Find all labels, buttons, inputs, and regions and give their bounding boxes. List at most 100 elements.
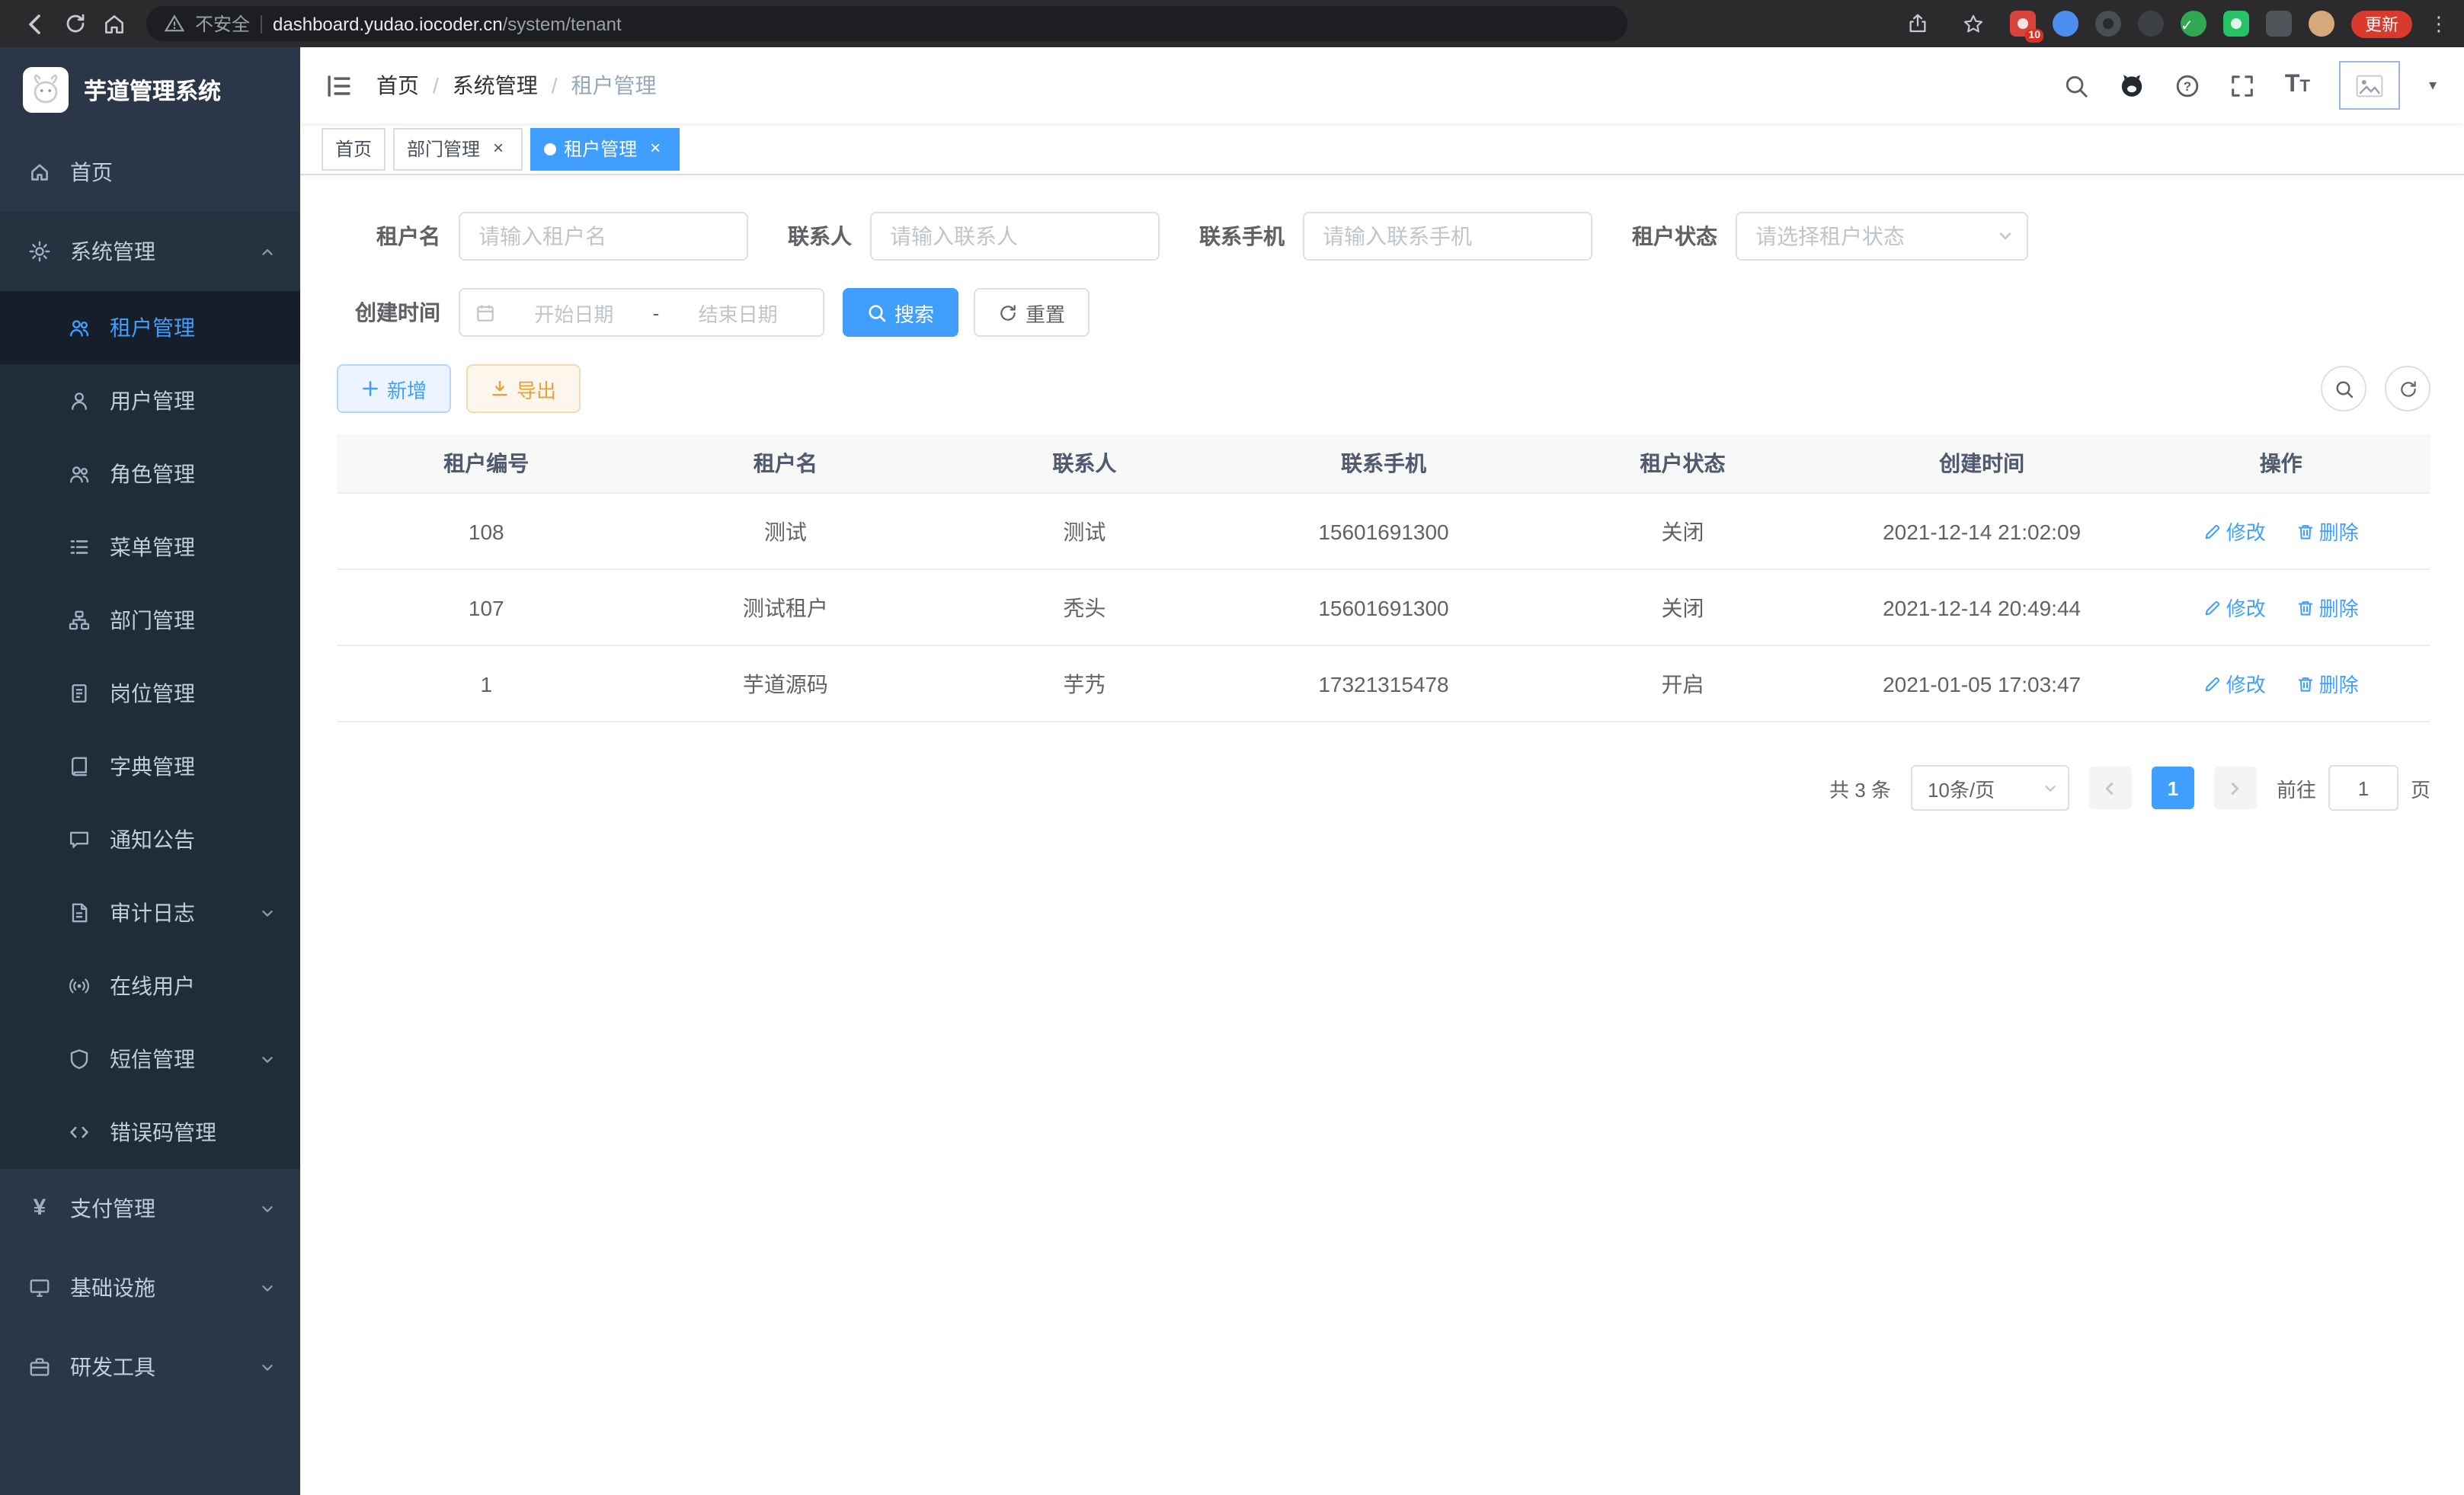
filter-row-2: 创建时间 开始日期 - 结束日期 搜索 重置 — [337, 288, 2430, 337]
hamburger-icon[interactable] — [300, 47, 376, 123]
browser-profile-avatar[interactable] — [2309, 11, 2334, 37]
sidebar-item-payment[interactable]: ¥ 支付管理 — [0, 1169, 300, 1248]
status-select[interactable]: 请选择租户状态 — [1736, 212, 2028, 261]
bookmark-star-icon[interactable] — [1954, 4, 1993, 43]
header-search-icon[interactable] — [2064, 72, 2090, 98]
sidebar-item-system[interactable]: 系统管理 — [0, 212, 300, 291]
delete-link[interactable]: 删除 — [2296, 593, 2359, 622]
sidebar-item-notice[interactable]: 通知公告 — [0, 803, 300, 876]
trash-icon — [2296, 598, 2315, 616]
extension-check-icon[interactable]: ✓ — [2181, 11, 2206, 37]
extension-password-icon[interactable]: 10 — [2010, 11, 2036, 37]
table-header-row: 租户编号 租户名 联系人 联系手机 租户状态 创建时间 操作 — [337, 434, 2430, 493]
col-tenant-name: 租户名 — [636, 434, 936, 493]
page-size-select[interactable]: 10条/页 — [1911, 765, 2069, 811]
date-separator: - — [653, 301, 660, 324]
download-icon — [491, 379, 509, 398]
tenant-people-icon — [67, 317, 91, 338]
browser-toolbar-right: 10 ✓ 更新 ⋮ — [1897, 4, 2449, 43]
fullscreen-icon[interactable] — [2230, 72, 2256, 98]
comment-icon — [67, 829, 91, 850]
user-avatar[interactable] — [2339, 61, 2400, 110]
chevron-down-icon — [259, 1200, 276, 1217]
browser-menu-kebab-icon[interactable]: ⋮ — [2429, 11, 2449, 36]
sidebar-item-sms[interactable]: 短信管理 — [0, 1023, 300, 1096]
edit-link[interactable]: 修改 — [2203, 517, 2266, 546]
refresh-table-button[interactable] — [2385, 366, 2430, 411]
delete-link[interactable]: 删除 — [2296, 517, 2359, 546]
tab-home[interactable]: 首页 — [322, 127, 386, 170]
sidebar-item-role[interactable]: 角色管理 — [0, 437, 300, 511]
document-icon — [67, 902, 91, 924]
extension-blue-icon[interactable] — [2053, 11, 2078, 37]
sidebar-item-tenant[interactable]: 租户管理 — [0, 291, 300, 364]
next-page-button[interactable] — [2214, 767, 2257, 809]
goto-page-input[interactable] — [2328, 765, 2398, 811]
export-button[interactable]: 导出 — [466, 364, 581, 413]
delete-link[interactable]: 删除 — [2296, 669, 2359, 698]
trash-icon — [2296, 522, 2315, 540]
tab-dept[interactable]: 部门管理 × — [393, 127, 523, 170]
sidebar-item-dept[interactable]: 部门管理 — [0, 584, 300, 657]
tenant-name-label: 租户名 — [337, 221, 440, 251]
help-icon[interactable]: ? — [2175, 72, 2201, 98]
date-range-picker[interactable]: 开始日期 - 结束日期 — [459, 288, 824, 337]
edit-pencil-icon — [2203, 674, 2222, 693]
add-button[interactable]: 新增 — [337, 364, 451, 413]
browser-update-button[interactable]: 更新 — [2351, 10, 2412, 37]
search-button[interactable]: 搜索 — [843, 288, 958, 337]
toggle-search-button[interactable] — [2321, 366, 2366, 411]
sidebar-item-user[interactable]: 用户管理 — [0, 364, 300, 437]
breadcrumb: 首页 / 系统管理 / 租户管理 — [376, 70, 657, 101]
prev-page-button[interactable] — [2089, 767, 2132, 809]
address-bar[interactable]: 不安全 dashboard.yudao.iocoder.cn/system/te… — [146, 6, 1627, 41]
edit-link[interactable]: 修改 — [2203, 669, 2266, 698]
not-secure-label: 不安全 — [195, 11, 250, 37]
pagination-goto: 前往 页 — [2277, 765, 2430, 811]
font-size-icon[interactable]: TT — [2285, 73, 2310, 98]
breadcrumb-system[interactable]: 系统管理 — [453, 70, 538, 101]
sidebar-item-home[interactable]: 首页 — [0, 133, 300, 212]
share-icon[interactable] — [1897, 4, 1937, 43]
status-text: 关闭 — [1533, 569, 1832, 645]
phone-input[interactable] — [1303, 212, 1592, 261]
home-icon — [27, 162, 52, 183]
tab-tenant[interactable]: 租户管理 × — [530, 127, 680, 170]
sidebar-item-online-users[interactable]: 在线用户 — [0, 949, 300, 1023]
page-number-1[interactable]: 1 — [2152, 767, 2194, 809]
breadcrumb-separator: / — [552, 73, 558, 98]
extension-ring — [2103, 18, 2114, 29]
breadcrumb-home[interactable]: 首页 — [376, 70, 419, 101]
sidebar-logo[interactable]: 芋道管理系统 — [0, 47, 300, 133]
chevron-down-icon — [259, 1359, 276, 1375]
search-icon — [2334, 379, 2354, 399]
sidebar-item-menu[interactable]: 菜单管理 — [0, 511, 300, 584]
sidebar-item-dev-tools[interactable]: 研发工具 — [0, 1327, 300, 1407]
sidebar-item-audit-log[interactable]: 审计日志 — [0, 876, 300, 949]
extension-chat-icon[interactable] — [2223, 11, 2249, 37]
github-icon[interactable] — [2119, 72, 2146, 99]
browser-refresh-button[interactable] — [55, 4, 94, 43]
sidebar-item-error-code[interactable]: 错误码管理 — [0, 1096, 300, 1169]
extension-camera-icon[interactable] — [2138, 11, 2164, 37]
breadcrumb-separator: / — [433, 73, 439, 98]
browser-home-button[interactable] — [94, 4, 134, 43]
extension-dark-icon[interactable] — [2095, 11, 2121, 37]
edit-link[interactable]: 修改 — [2203, 593, 2266, 622]
end-date-placeholder: 结束日期 — [668, 298, 808, 327]
extension-puzzle-icon[interactable] — [2266, 11, 2292, 37]
sidebar-item-infra[interactable]: 基础设施 — [0, 1248, 300, 1327]
table-toolbar: 新增 导出 — [337, 364, 2430, 413]
avatar-caret-down-icon[interactable]: ▾ — [2429, 77, 2437, 94]
browser-back-button[interactable] — [15, 4, 55, 43]
contact-input[interactable] — [870, 212, 1160, 261]
broadcast-icon — [67, 975, 91, 997]
status-text: 开启 — [1533, 645, 1832, 722]
tenant-name-input[interactable] — [459, 212, 748, 261]
status-label: 租户状态 — [1632, 221, 1717, 251]
sidebar-item-dict[interactable]: 字典管理 — [0, 730, 300, 803]
reset-button[interactable]: 重置 — [974, 288, 1090, 337]
tab-close-icon[interactable]: × — [645, 138, 666, 159]
tab-close-icon[interactable]: × — [488, 138, 509, 159]
sidebar-item-post[interactable]: 岗位管理 — [0, 657, 300, 730]
